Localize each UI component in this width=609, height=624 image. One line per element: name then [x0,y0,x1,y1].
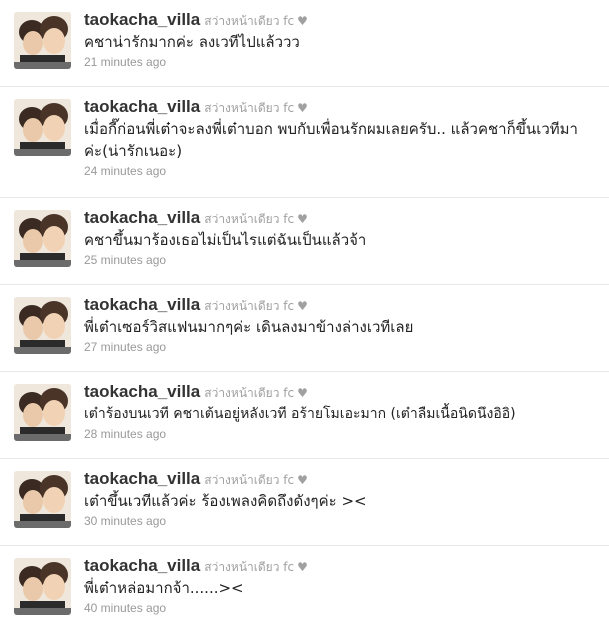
username-link[interactable]: taokacha_villa [84,97,200,116]
tweet-timestamp[interactable]: 27 minutes ago [84,340,605,354]
heart-icon: ♥ [297,386,308,400]
tweet-text: พี่เต๋าหล่อมากจ้า......>< [84,579,244,597]
display-name: สว่างหน้าเดียว fc [204,14,295,28]
avatar[interactable] [14,558,71,615]
heart-icon: ♥ [297,14,308,28]
username-link[interactable]: taokacha_villa [84,10,200,29]
display-name: สว่างหน้าเดียว fc [204,473,295,487]
tweet-timestamp[interactable]: 40 minutes ago [84,601,605,615]
heart-icon: ♥ [297,299,308,313]
username-link[interactable]: taokacha_villa [84,208,200,227]
heart-icon: ♥ [297,212,308,226]
display-name: สว่างหน้าเดียว fc [204,386,295,400]
avatar[interactable] [14,297,71,354]
avatar[interactable] [14,471,71,528]
tweet-timeline: taokacha_villa สว่างหน้าเดียว fc ♥ คชาน่าร… [0,0,609,624]
tweet-timestamp[interactable]: 25 minutes ago [84,253,605,267]
tweet-timestamp[interactable]: 30 minutes ago [84,514,605,528]
avatar[interactable] [14,99,71,156]
tweet-item: taokacha_villa สว่างหน้าเดียว fc ♥ พี่เต๋า… [0,546,609,624]
tweet-text: คชาน่ารักมากค่ะ ลงเวทีไปแล้ววว [84,33,300,51]
display-name: สว่างหน้าเดียว fc [204,299,295,313]
heart-icon: ♥ [297,101,308,115]
avatar-photo-icon [14,558,71,615]
tweet-timestamp[interactable]: 24 minutes ago [84,164,605,178]
tweet-timestamp[interactable]: 28 minutes ago [84,427,605,441]
tweet-item: taokacha_villa สว่างหน้าเดียว fc ♥ เต๋าร้อ… [0,372,609,459]
username-link[interactable]: taokacha_villa [84,295,200,314]
tweet-item: taokacha_villa สว่างหน้าเดียว fc ♥ เต๋าขึ้… [0,459,609,546]
display-name: สว่างหน้าเดียว fc [204,212,295,226]
display-name: สว่างหน้าเดียว fc [204,560,295,574]
username-link[interactable]: taokacha_villa [84,556,200,575]
heart-icon: ♥ [297,473,308,487]
avatar-photo-icon [14,12,71,69]
avatar-photo-icon [14,384,71,441]
heart-icon: ♥ [297,560,308,574]
avatar[interactable] [14,384,71,441]
display-name: สว่างหน้าเดียว fc [204,101,295,115]
tweet-item: taokacha_villa สว่างหน้าเดียว fc ♥ เมื่อกี… [0,87,609,198]
tweet-text: พี่เต๋าเซอร์วิสแฟนมากๆค่ะ เดินลงมาข้างล่… [84,318,414,336]
avatar[interactable] [14,210,71,267]
tweet-item: taokacha_villa สว่างหน้าเดียว fc ♥ คชาขึ้น… [0,198,609,285]
tweet-item: taokacha_villa สว่างหน้าเดียว fc ♥ พี่เต๋า… [0,285,609,372]
tweet-text: คชาขึ้นมาร้องเธอไม่เป็นไรแต่ฉันเป็นแล้วจ… [84,231,367,249]
tweet-item: taokacha_villa สว่างหน้าเดียว fc ♥ คชาน่าร… [0,0,609,87]
avatar-photo-icon [14,210,71,267]
username-link[interactable]: taokacha_villa [84,382,200,401]
tweet-text: เต๋าร้องบนเวที คชาเต้นอยู่หลังเวที อร้าย… [84,406,516,422]
tweet-text: เมื่อกี๊ก่อนพี่เต๋าจะลงพี่เต๋าบอก พบกับเ… [84,120,578,160]
tweet-text: เต๋าขึ้นเวทีแล้วค่ะ ร้องเพลงคิดถึงดังๆค่… [84,492,367,510]
avatar-photo-icon [14,297,71,354]
username-link[interactable]: taokacha_villa [84,469,200,488]
avatar-photo-icon [14,99,71,156]
tweet-timestamp[interactable]: 21 minutes ago [84,55,605,69]
avatar-photo-icon [14,471,71,528]
avatar[interactable] [14,12,71,69]
